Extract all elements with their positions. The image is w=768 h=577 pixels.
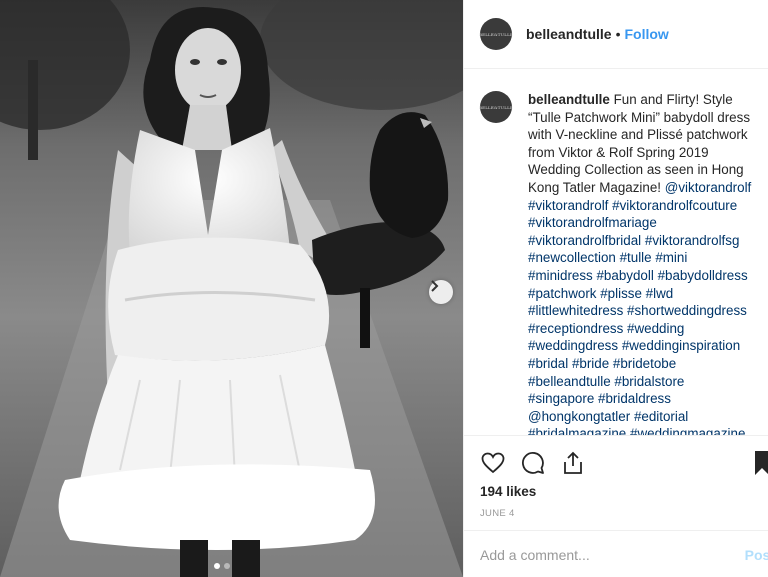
header-separator: • bbox=[615, 26, 621, 42]
hashtag-link[interactable]: #editorial bbox=[634, 409, 688, 424]
hashtag-link[interactable]: #bridal bbox=[528, 356, 568, 371]
caption: belleandtulle Fun and Flirty! Style “Tul… bbox=[528, 91, 753, 435]
like-button[interactable] bbox=[480, 450, 506, 476]
header-username[interactable]: belleandtulle bbox=[526, 26, 612, 42]
hashtag-link[interactable]: #bride bbox=[572, 356, 609, 371]
comment-bar: Post bbox=[464, 530, 768, 577]
save-button[interactable] bbox=[755, 451, 768, 475]
hashtag-link[interactable]: #babydolldress bbox=[658, 268, 748, 283]
likes-count[interactable]: 194 likes bbox=[480, 484, 536, 499]
hashtag-link[interactable]: #viktorandrolf bbox=[528, 198, 608, 213]
hashtag-link[interactable]: #bridalstore bbox=[614, 374, 684, 389]
post-photo[interactable] bbox=[0, 0, 463, 577]
post-header: BELLE&TULLE belleandtulle • Follow bbox=[464, 0, 768, 69]
hashtag-link[interactable]: #viktorandrolfcouture bbox=[612, 198, 737, 213]
hashtag-link[interactable]: #minidress bbox=[528, 268, 593, 283]
hashtag-link[interactable]: #bridetobe bbox=[613, 356, 676, 371]
hashtag-link[interactable]: #belleandtulle bbox=[528, 374, 611, 389]
comment-button[interactable] bbox=[520, 450, 546, 476]
bookmark-icon bbox=[755, 451, 768, 475]
hashtag-link[interactable]: #viktorandrolfbridal bbox=[528, 233, 641, 248]
avatar-logo-text: BELLE&TULLE bbox=[478, 31, 514, 37]
post-sidebar: BELLE&TULLE belleandtulle • Follow BELLE… bbox=[463, 0, 768, 577]
carousel-dot bbox=[224, 563, 230, 569]
post-comment-button[interactable]: Post bbox=[745, 547, 768, 563]
post-date[interactable]: JUNE 4 bbox=[480, 508, 515, 519]
photo-illustration bbox=[0, 0, 463, 577]
avatar-logo-text: BELLE&TULLE bbox=[478, 104, 514, 110]
hashtag-link[interactable]: #bridalmagazine bbox=[528, 426, 626, 435]
comment-icon bbox=[522, 452, 544, 474]
carousel-indicator bbox=[214, 563, 230, 569]
action-icons bbox=[480, 450, 586, 476]
chevron-right-icon bbox=[431, 280, 439, 292]
avatar[interactable]: BELLE&TULLE bbox=[478, 18, 514, 50]
hashtag-link[interactable]: #littlewhitedress bbox=[528, 303, 623, 318]
hashtag-link[interactable]: #tulle bbox=[620, 250, 652, 265]
share-button[interactable] bbox=[560, 450, 586, 476]
hashtag-link[interactable]: #shortweddingdress bbox=[627, 303, 747, 318]
hashtag-link[interactable]: #wedding bbox=[627, 321, 684, 336]
hashtag-link[interactable]: @viktorandrolf bbox=[665, 180, 752, 195]
hashtag-link[interactable]: #viktorandrolfsg bbox=[645, 233, 740, 248]
hashtag-link[interactable]: #plisse bbox=[600, 286, 642, 301]
post-actions: 194 likes JUNE 4 Post bbox=[464, 435, 768, 577]
hashtag-link[interactable]: @hongkongtatler bbox=[528, 409, 630, 424]
hashtag-link[interactable]: #babydoll bbox=[596, 268, 653, 283]
heart-icon bbox=[481, 452, 505, 474]
hashtag-link[interactable]: #viktorandrolfmariage bbox=[528, 215, 657, 230]
caption-area: BELLE&TULLE belleandtulle Fun and Flirty… bbox=[464, 69, 768, 435]
hashtag-link[interactable]: #weddingdress bbox=[528, 338, 618, 353]
hashtag-link[interactable]: #patchwork bbox=[528, 286, 596, 301]
next-photo-button[interactable] bbox=[429, 280, 453, 304]
carousel-dot-active bbox=[214, 563, 220, 569]
share-icon bbox=[564, 451, 582, 474]
hashtag-link[interactable]: #weddinginspiration bbox=[622, 338, 740, 353]
caption-hashtags: @viktorandrolf #viktorandrolf #viktorand… bbox=[528, 180, 751, 435]
hashtag-link[interactable]: #singapore bbox=[528, 391, 594, 406]
hashtag-link[interactable]: #weddingmagazine bbox=[630, 426, 745, 435]
hashtag-link[interactable]: #mini bbox=[655, 250, 687, 265]
hashtag-link[interactable]: #receptiondress bbox=[528, 321, 623, 336]
caption-username[interactable]: belleandtulle bbox=[528, 92, 610, 107]
hashtag-link[interactable]: #lwd bbox=[646, 286, 674, 301]
follow-button[interactable]: Follow bbox=[624, 26, 668, 42]
hashtag-link[interactable]: #bridaldress bbox=[598, 391, 671, 406]
hashtag-link[interactable]: #newcollection bbox=[528, 250, 616, 265]
caption-avatar[interactable]: BELLE&TULLE bbox=[478, 91, 514, 123]
comment-input[interactable] bbox=[480, 546, 740, 563]
